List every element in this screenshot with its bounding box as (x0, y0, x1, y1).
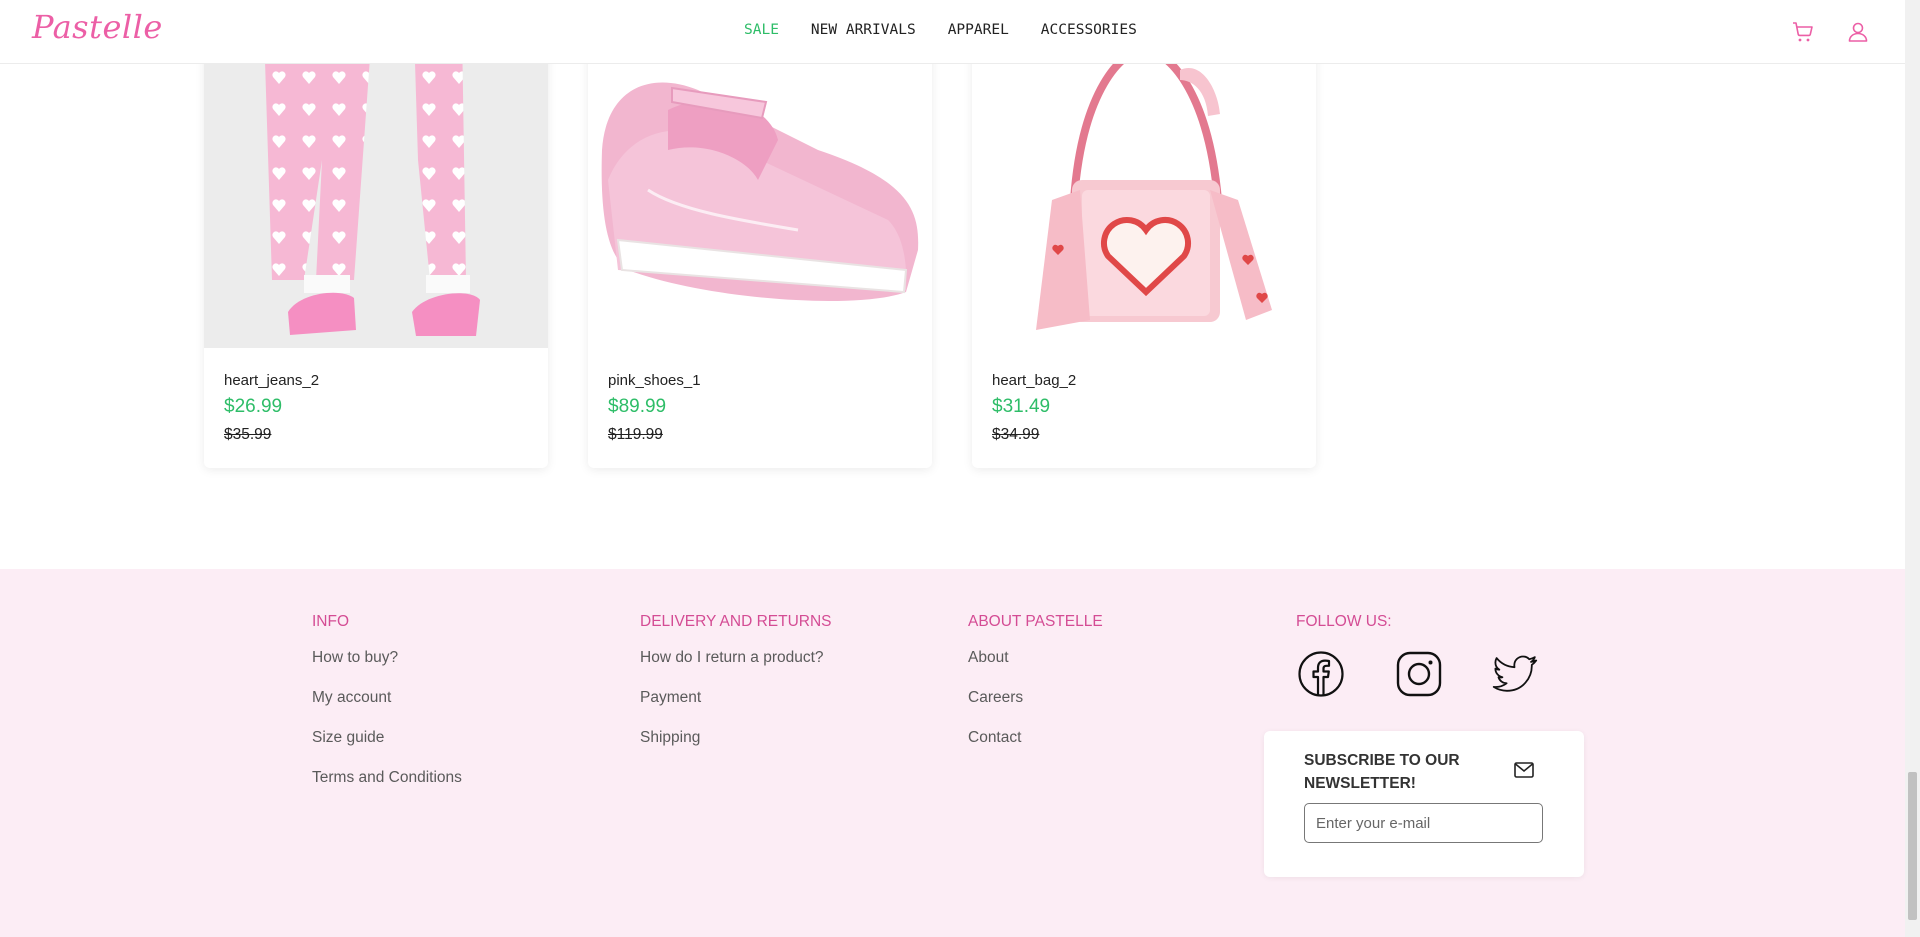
nav-apparel[interactable]: APPAREL (948, 22, 1009, 38)
product-sale-price: $89.99 (608, 396, 667, 417)
nav-sale[interactable]: SALE (744, 22, 779, 38)
footer-column-delivery: DELIVERY AND RETURNS How do I return a p… (640, 613, 832, 768)
footer-link-contact[interactable]: Contact (968, 728, 1103, 748)
cart-icon[interactable] (1791, 20, 1815, 44)
product-old-price: $35.99 (224, 426, 272, 443)
site-footer: INFO How to buy? My account Size guide T… (0, 569, 1905, 937)
footer-link-size-guide[interactable]: Size guide (312, 728, 462, 748)
twitter-icon[interactable] (1490, 649, 1540, 699)
footer-heading: INFO (312, 613, 350, 630)
footer-heading: FOLLOW US: (1296, 613, 1392, 630)
nav-new-arrivals[interactable]: NEW ARRIVALS (811, 22, 916, 38)
main-nav: SALE NEW ARRIVALS APPAREL ACCESSORIES (744, 22, 1169, 38)
newsletter-title: SUBSCRIBE TO OUR NEWSLETTER! (1304, 752, 1460, 792)
product-name[interactable]: heart_bag_2 (992, 372, 1076, 389)
footer-link-about[interactable]: About (968, 648, 1103, 668)
footer-link-payment[interactable]: Payment (640, 688, 832, 708)
footer-column-follow: FOLLOW US: (1296, 613, 1392, 648)
footer-link-return[interactable]: How do I return a product? (640, 648, 832, 668)
footer-column-info: INFO How to buy? My account Size guide T… (312, 613, 462, 808)
product-image-pink-shoes[interactable] (588, 30, 932, 348)
product-card[interactable]: pink_shoes_1 $89.99 $119.99 (588, 30, 932, 468)
facebook-icon[interactable] (1296, 649, 1346, 699)
top-header: Pastelle SALE NEW ARRIVALS APPAREL ACCES… (0, 0, 1905, 64)
footer-heading: DELIVERY AND RETURNS (640, 613, 832, 630)
product-name[interactable]: pink_shoes_1 (608, 372, 701, 389)
product-sale-price: $26.99 (224, 396, 283, 417)
product-image-heart-jeans[interactable] (204, 30, 548, 348)
footer-column-about: ABOUT PASTELLE About Careers Contact (968, 613, 1103, 768)
product-old-price: $34.99 (992, 426, 1040, 443)
nav-accessories[interactable]: ACCESSORIES (1041, 22, 1137, 38)
product-name[interactable]: heart_jeans_2 (224, 372, 319, 389)
site-logo[interactable]: Pastelle (32, 8, 163, 46)
page-scrollbar-thumb[interactable] (1908, 772, 1917, 920)
newsletter-email-input[interactable] (1304, 803, 1543, 843)
footer-link-my-account[interactable]: My account (312, 688, 462, 708)
footer-link-terms[interactable]: Terms and Conditions (312, 768, 462, 788)
user-icon[interactable] (1846, 20, 1870, 44)
footer-link-shipping[interactable]: Shipping (640, 728, 832, 748)
product-card[interactable]: heart_bag_2 $31.49 $34.99 (972, 30, 1316, 468)
footer-link-how-to-buy[interactable]: How to buy? (312, 648, 462, 668)
product-image-heart-bag[interactable] (972, 30, 1316, 348)
footer-link-careers[interactable]: Careers (968, 688, 1103, 708)
product-card[interactable]: heart_jeans_2 $26.99 $35.99 (204, 30, 548, 468)
product-sale-price: $31.49 (992, 396, 1051, 417)
mail-icon (1514, 762, 1534, 778)
product-old-price: $119.99 (608, 426, 663, 443)
instagram-icon[interactable] (1394, 649, 1444, 699)
footer-heading: ABOUT PASTELLE (968, 613, 1103, 630)
newsletter-box: SUBSCRIBE TO OUR NEWSLETTER! (1264, 731, 1584, 877)
